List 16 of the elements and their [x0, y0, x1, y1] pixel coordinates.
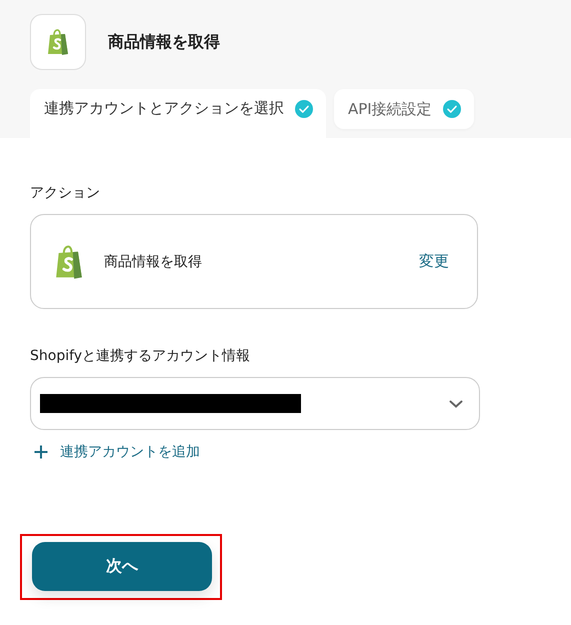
action-name: 商品情報を取得	[104, 252, 203, 270]
step-tab[interactable]: 連携アカウントとアクションを選択	[30, 89, 326, 138]
section-label: Shopifyと連携するアカウント情報	[30, 347, 250, 365]
section-label: アクション	[30, 184, 100, 202]
plus-icon	[34, 445, 48, 459]
chevron-down-icon	[449, 400, 463, 408]
change-link[interactable]: 変更	[419, 252, 449, 271]
next-button[interactable]: 次へ	[32, 542, 212, 591]
shopping-bag-icon	[46, 28, 70, 56]
add-account-link[interactable]: 連携アカウントを追加	[30, 443, 200, 461]
shopping-bag-icon	[53, 244, 85, 280]
check-icon	[442, 99, 462, 119]
check-icon	[294, 99, 314, 119]
account-select[interactable]	[30, 377, 480, 430]
step-tab[interactable]: API接続設定	[334, 89, 474, 129]
page-title: 商品情報を取得	[108, 32, 220, 52]
